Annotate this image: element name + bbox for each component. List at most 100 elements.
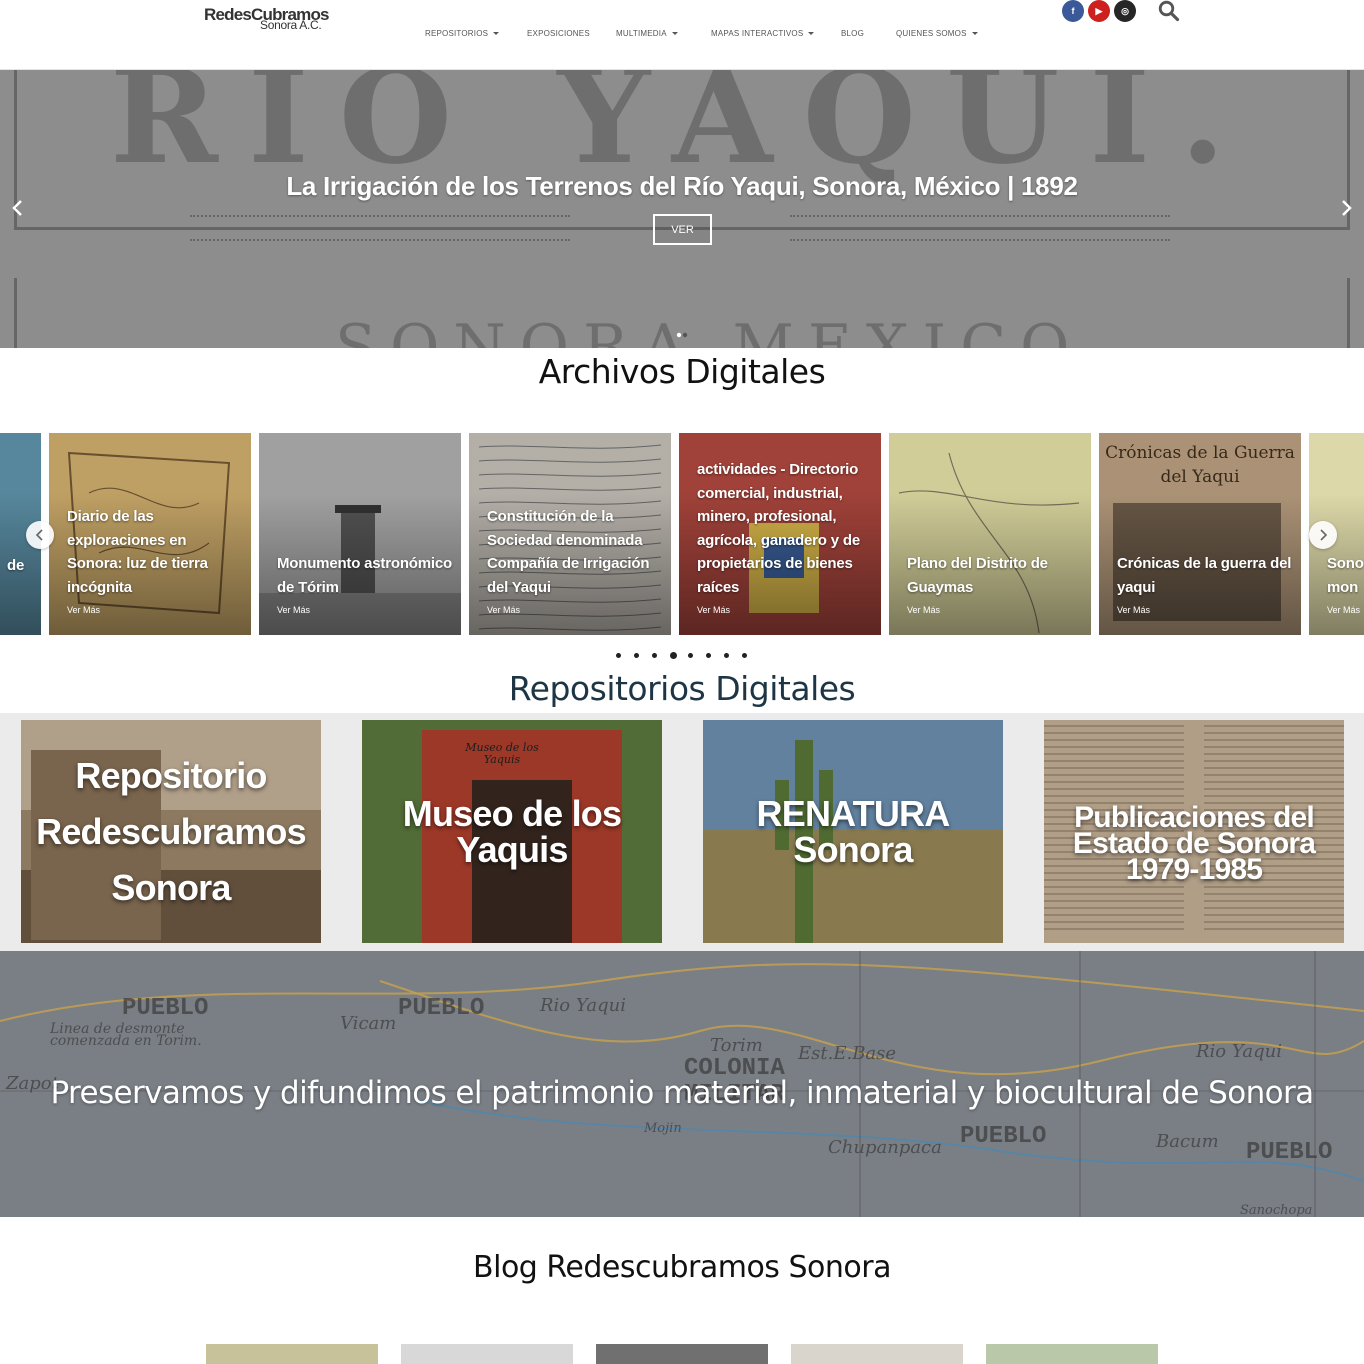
repository-title: Publicaciones del Estado de Sonora 1979-…	[1072, 800, 1316, 886]
youtube-icon[interactable]: ▶	[1088, 0, 1110, 22]
repository-card[interactable]: Repositorio Redescubramos Sonora	[21, 720, 321, 943]
archive-card[interactable]: Diario de las exploraciones en Sonora: l…	[49, 433, 251, 635]
archive-card-more-link[interactable]: Ver Más	[1117, 605, 1150, 615]
archive-card[interactable]: Constitución de la Sociedad denominada C…	[469, 433, 671, 635]
archive-card-title: Plano del Distrito de Guaymas	[907, 555, 1048, 596]
archive-card[interactable]: Crónicas de la Guerra del YaquiCrónicas …	[1099, 433, 1301, 635]
facebook-icon[interactable]: f	[1062, 0, 1084, 22]
carousel-prev-button[interactable]	[26, 521, 54, 549]
nav-item-exposiciones[interactable]: EXPOSICIONES	[527, 29, 590, 38]
hero-pagination[interactable]	[676, 332, 688, 338]
map-label: PUEBLO	[122, 995, 209, 1022]
slider-prev-icon[interactable]	[10, 198, 24, 218]
archive-card-more-link[interactable]: Ver Más	[277, 605, 310, 615]
archive-card-title: actividades - Directorio comercial, indu…	[697, 461, 860, 596]
repositorios-grid: Repositorio Redescubramos Sonora Museo de…	[0, 713, 1364, 951]
caret-down-icon	[971, 32, 978, 35]
archive-card-title: Monumento astronómico de Tórim	[277, 555, 452, 596]
carousel-dot[interactable]	[652, 653, 657, 658]
carousel-dot[interactable]	[688, 653, 693, 658]
hero-ornament	[790, 215, 1170, 241]
archive-card-more-link[interactable]: Ver Más	[907, 605, 940, 615]
nav-item-label: BLOG	[841, 29, 865, 38]
repository-card[interactable]: RENATURA Sonora	[703, 720, 1003, 943]
nav-item-label: REPOSITORIOS	[425, 29, 489, 38]
map-label: Est.E.Base	[798, 1043, 897, 1064]
archive-carousel: de Diario de las exploraciones en Sonora…	[0, 433, 1364, 635]
repositorios-title: Repositorios Digitales	[508, 669, 856, 708]
carousel-dot[interactable]	[616, 653, 621, 658]
archive-card-more-link[interactable]: Ver Más	[487, 605, 520, 615]
carousel-dot[interactable]	[670, 652, 677, 659]
repository-title: RENATURA Sonora	[756, 792, 951, 870]
hero-background-subheading: SONORA MEXICO	[335, 312, 1084, 348]
chevron-right-icon	[1320, 529, 1328, 541]
archive-card-title: Diario de las exploraciones en Sonora: l…	[67, 508, 208, 596]
search-icon[interactable]	[1158, 0, 1180, 22]
site-logo[interactable]: RedesCubramos Sonora A.C.	[204, 2, 334, 36]
archivos-title: Archivos Digitales	[538, 352, 826, 391]
carousel-dot[interactable]	[742, 653, 747, 658]
caret-down-icon	[808, 32, 815, 35]
hero-view-button[interactable]: VER	[653, 214, 712, 245]
archive-card-more-link[interactable]: Ver Más	[1327, 605, 1360, 615]
map-label: Bacum	[1156, 1131, 1219, 1152]
hero-ornament	[190, 215, 570, 241]
archive-card-title: de	[7, 556, 25, 574]
map-label: PUEBLO	[960, 1123, 1047, 1150]
carousel-dot[interactable]	[634, 653, 639, 658]
archive-card-title: Crónicas de la guerra del yaqui	[1117, 555, 1292, 596]
blog-title: Blog Redescubramos Sonora	[473, 1250, 891, 1285]
nav-item-label: EXPOSICIONES	[527, 29, 590, 38]
repository-card[interactable]: Publicaciones del Estado de Sonora 1979-…	[1044, 720, 1344, 943]
blog-post-thumbnail[interactable]	[596, 1344, 768, 1364]
nav-item-quienes-somos[interactable]: QUIENES SOMOS	[896, 29, 978, 38]
repository-title: Repositorio Redescubramos Sonora	[36, 754, 307, 908]
archive-card[interactable]: actividades - Directorio comercial, indu…	[679, 433, 881, 635]
caret-down-icon	[671, 32, 678, 35]
map-label: Vicam	[340, 1013, 397, 1034]
nav-item-label: MAPAS INTERACTIVOS	[711, 29, 804, 38]
blog-post-thumbnail[interactable]	[986, 1344, 1158, 1364]
map-label: Mojin	[644, 1121, 682, 1136]
map-label: Linea de desmonte comenzada en Torim.	[50, 1021, 202, 1049]
nav-item-label: QUIENES SOMOS	[896, 29, 967, 38]
map-label: PUEBLO	[398, 995, 485, 1022]
nav-item-repositorios[interactable]: REPOSITORIOS	[425, 29, 500, 38]
nav-item-mapas-interactivos[interactable]: MAPAS INTERACTIVOS	[711, 29, 815, 38]
instagram-icon[interactable]: ◎	[1114, 0, 1136, 22]
carousel-dot[interactable]	[724, 653, 729, 658]
archive-card-more-link[interactable]: Ver Más	[67, 605, 100, 615]
hero-dot	[682, 332, 688, 338]
mission-statement: Preservamos y difundimos el patrimonio m…	[50, 1075, 1314, 1111]
map-label: PUEBLO	[1246, 1139, 1333, 1166]
map-label: Chupanpaca	[828, 1137, 942, 1158]
blog-post-thumbnail[interactable]	[791, 1344, 963, 1364]
nav-item-multimedia[interactable]: MULTIMEDIA	[616, 29, 678, 38]
blog-post-thumbnail[interactable]	[401, 1344, 573, 1364]
hero-title: La Irrigación de los Terrenos del Río Ya…	[286, 171, 1078, 201]
map-label: Sanochopa	[1240, 1203, 1313, 1217]
nav-item-label: MULTIMEDIA	[616, 29, 667, 38]
carousel-next-button[interactable]	[1309, 521, 1337, 549]
blog-post-thumbnail[interactable]	[206, 1344, 378, 1364]
repository-card[interactable]: Museo de los Yaquis Museo de los Yaquis	[362, 720, 662, 943]
carousel-dot[interactable]	[706, 653, 711, 658]
hero-frame	[14, 70, 1350, 230]
archive-card-title: Constitución de la Sociedad denominada C…	[487, 508, 650, 596]
slider-next-icon[interactable]	[1340, 198, 1354, 218]
site-header: RedesCubramos Sonora A.C. REPOSITORIOS EX…	[0, 0, 1364, 70]
nav-item-blog[interactable]: BLOG	[841, 29, 864, 38]
hero-slider: RIO YAQUI. SONORA MEXICO La Irrigación d…	[0, 70, 1364, 348]
map-label: Torim	[710, 1035, 763, 1056]
archive-card[interactable]: Monumento astronómico de Tórim Ver Más	[259, 433, 461, 635]
logo-subtitle: Sonora A.C.	[260, 18, 322, 32]
caret-down-icon	[493, 32, 500, 35]
archive-card-title: Sono mon	[1327, 555, 1364, 596]
chevron-left-icon	[35, 529, 43, 541]
repository-title: Museo de los Yaquis	[402, 792, 622, 870]
hero-dot	[676, 332, 682, 338]
mission-banner: PUEBLO PUEBLO Rio Yaqui Torim COLONIA MILITAR…	[0, 951, 1364, 1217]
archive-card[interactable]: Plano del Distrito de Guaymas Ver Más	[889, 433, 1091, 635]
archive-card-more-link[interactable]: Ver Más	[697, 605, 730, 615]
